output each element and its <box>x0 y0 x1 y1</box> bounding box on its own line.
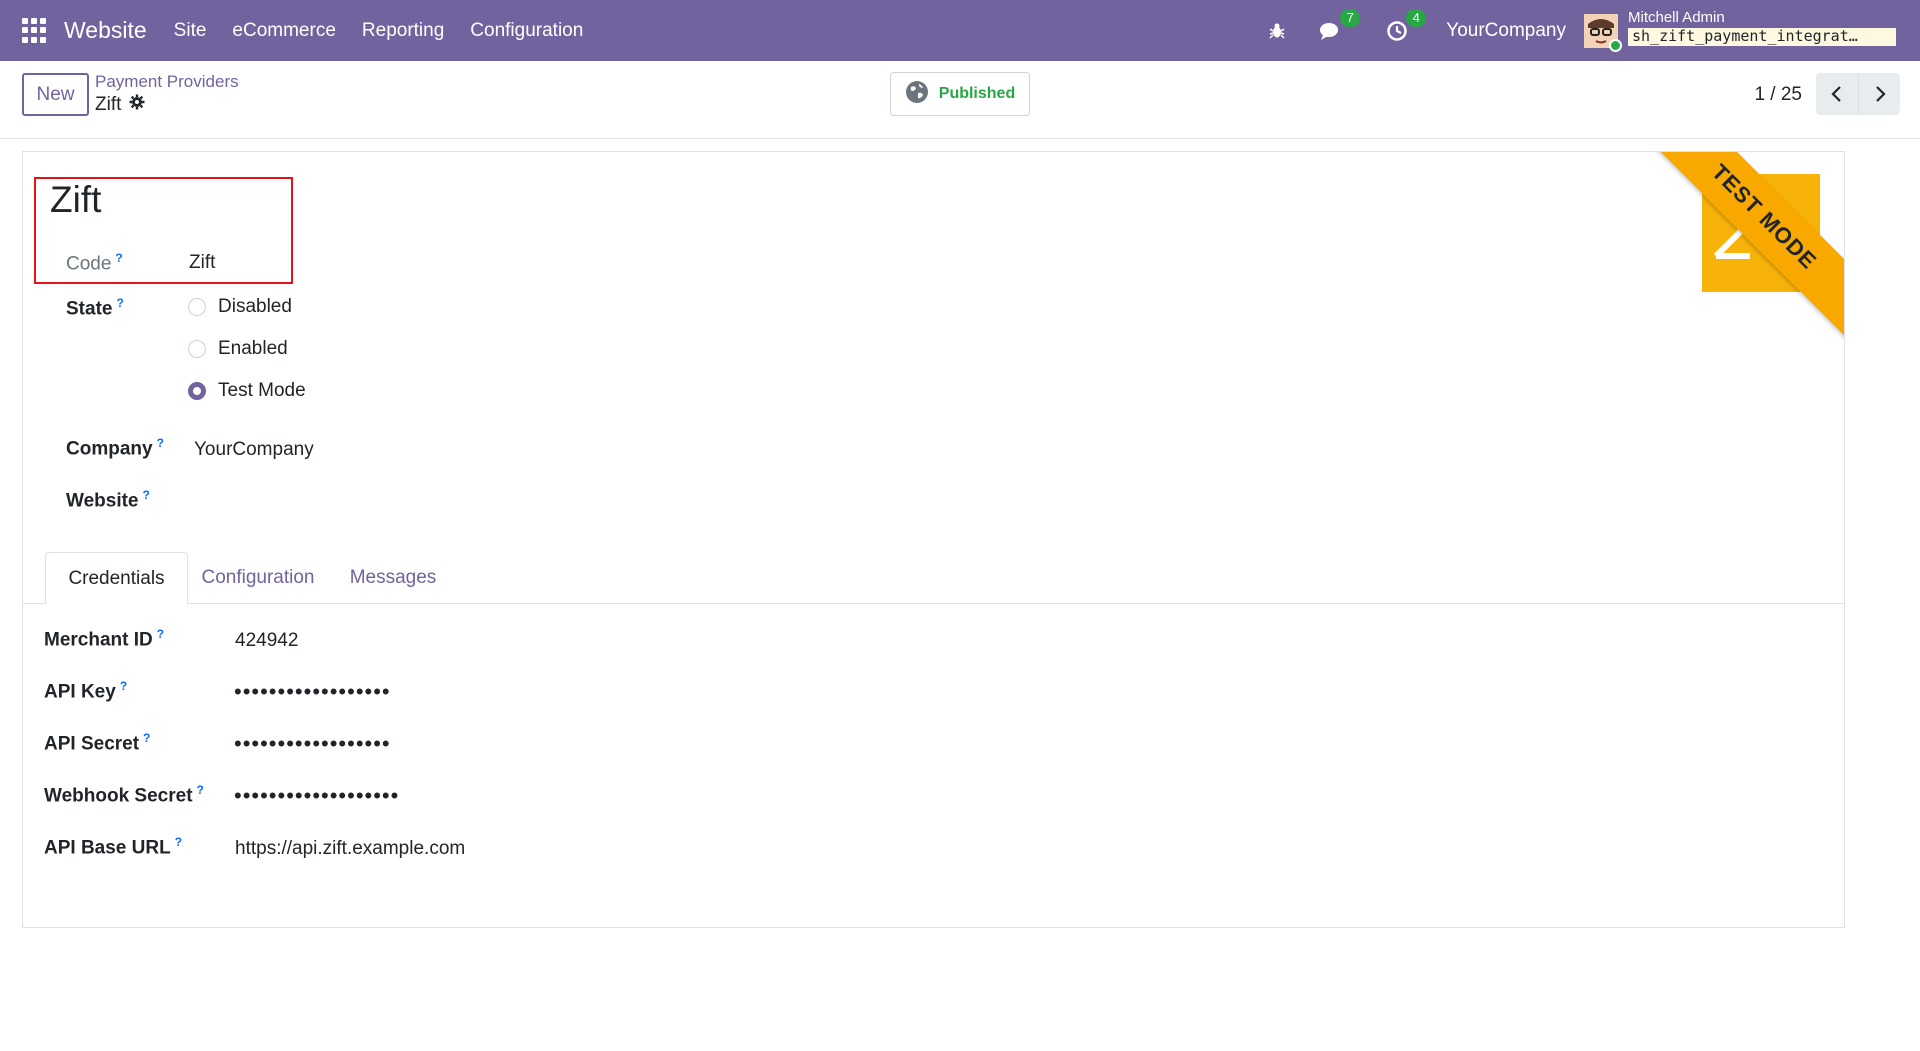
state-option-label: Enabled <box>218 338 288 359</box>
api-key-label: API Key? <box>44 679 127 703</box>
merchant-id-label: Merchant ID? <box>44 627 164 651</box>
code-value: Zift <box>189 252 216 273</box>
chat-icon[interactable]: 7 <box>1318 8 1361 44</box>
api-key-value[interactable]: •••••••••••••••••• <box>234 681 391 703</box>
api-base-url-value[interactable]: https://api.zift.example.com <box>235 838 465 860</box>
code-label-text: Code <box>66 253 112 275</box>
api-secret-label-text: API Secret <box>44 733 140 755</box>
bug-icon[interactable] <box>1264 18 1290 44</box>
radio-button[interactable] <box>188 298 206 316</box>
notebook-tabs: Credentials Configuration Messages <box>23 552 1844 605</box>
messages-badge: 7 <box>1340 8 1361 27</box>
merchant-id-value[interactable]: 424942 <box>235 630 298 652</box>
menu-item-configuration[interactable]: Configuration <box>470 20 583 42</box>
online-status-dot <box>1609 38 1622 52</box>
code-label: Code? <box>66 251 123 275</box>
state-option-label: Test Mode <box>218 380 306 401</box>
help-marker[interactable]: ? <box>115 251 122 265</box>
state-label-text: State <box>66 298 113 320</box>
menu-item-site[interactable]: Site <box>174 20 207 42</box>
company-label: Company? <box>66 436 164 460</box>
clock-icon[interactable]: 4 <box>1384 8 1427 44</box>
company-value[interactable]: YourCompany <box>194 439 314 461</box>
merchant-id-label-text: Merchant ID <box>44 629 153 651</box>
menu-item-ecommerce[interactable]: eCommerce <box>232 20 335 42</box>
help-marker[interactable]: ? <box>143 488 150 502</box>
help-marker[interactable]: ? <box>143 731 150 745</box>
state-option-label: Disabled <box>218 296 292 317</box>
help-marker[interactable]: ? <box>197 783 204 797</box>
pager-value[interactable]: 1 / 25 <box>1754 84 1802 106</box>
webhook-secret-label-text: Webhook Secret <box>44 785 193 807</box>
new-button[interactable]: New <box>22 73 89 116</box>
radio-button[interactable] <box>188 340 206 358</box>
published-label: Published <box>938 85 1016 102</box>
gear-icon[interactable] <box>129 94 145 116</box>
help-marker[interactable]: ? <box>157 627 164 641</box>
provider-name[interactable]: Zift <box>50 179 101 221</box>
api-base-url-label: API Base URL? <box>44 835 182 859</box>
activities-badge: 4 <box>1406 8 1427 27</box>
tab-credentials[interactable]: Credentials <box>45 552 188 605</box>
record-name-label: Zift <box>95 94 122 115</box>
database-name: sh_zift_payment_integrat… <box>1628 28 1896 46</box>
help-marker[interactable]: ? <box>175 835 182 849</box>
menu-item-reporting[interactable]: Reporting <box>362 20 444 42</box>
breadcrumb[interactable]: Payment Providers <box>95 72 239 92</box>
app-name[interactable]: Website <box>64 17 147 44</box>
state-option-enabled[interactable]: Enabled <box>188 338 288 360</box>
state-option-disabled[interactable]: Disabled <box>188 296 292 318</box>
top-navbar: Website Site eCommerce Reporting Configu… <box>0 0 1920 61</box>
radio-button-checked[interactable] <box>188 382 206 400</box>
api-key-label-text: API Key <box>44 681 116 703</box>
navbar-systray: 7 4 YourCompany Mitchell Admin sh_zift_p… <box>1250 0 1920 61</box>
company-switcher[interactable]: YourCompany <box>1446 20 1566 42</box>
user-name: Mitchell Admin <box>1628 9 1725 27</box>
chevron-right-icon[interactable] <box>1858 73 1900 115</box>
chevron-left-icon[interactable] <box>1816 73 1858 115</box>
help-marker[interactable]: ? <box>116 296 123 310</box>
webhook-secret-value[interactable]: ••••••••••••••••••• <box>234 785 399 807</box>
api-secret-label: API Secret? <box>44 731 150 755</box>
tab-messages[interactable]: Messages <box>328 552 458 604</box>
control-panel: New Payment Providers Zift Published 1 /… <box>0 61 1920 139</box>
form-sheet: Zift Code? Zift State? Disabled Enabled … <box>22 151 1845 928</box>
record-name: Zift <box>95 94 145 116</box>
state-option-test-mode[interactable]: Test Mode <box>188 380 306 402</box>
website-label: Website? <box>66 488 150 512</box>
published-button[interactable]: Published <box>890 72 1030 116</box>
help-marker[interactable]: ? <box>157 436 164 450</box>
website-label-text: Website <box>66 490 139 512</box>
avatar[interactable] <box>1584 13 1622 52</box>
website-value[interactable] <box>194 488 494 512</box>
company-label-text: Company <box>66 438 153 460</box>
webhook-secret-label: Webhook Secret? <box>44 783 204 807</box>
user-menu[interactable]: Mitchell Admin sh_zift_payment_integrat… <box>1628 10 1896 50</box>
api-secret-value[interactable]: •••••••••••••••••• <box>234 733 391 755</box>
globe-icon <box>905 80 929 109</box>
api-base-url-label-text: API Base URL <box>44 837 171 859</box>
apps-grid-icon[interactable] <box>22 17 48 44</box>
tab-configuration[interactable]: Configuration <box>188 552 328 604</box>
help-marker[interactable]: ? <box>120 679 127 693</box>
state-label: State? <box>66 296 124 320</box>
